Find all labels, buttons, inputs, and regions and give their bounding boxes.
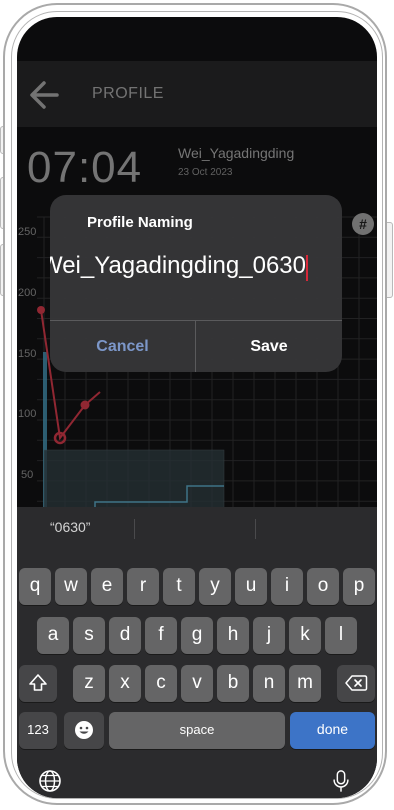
key-u[interactable]: u [235,568,267,605]
screen: PROFILE 07:04 Wei_Yagadingding 23 Oct 20… [17,17,377,798]
key-q[interactable]: q [19,568,51,605]
power-button [386,222,393,298]
suggestion-item[interactable]: “0630” [50,519,90,535]
key-t[interactable]: t [163,568,195,605]
key-g[interactable]: g [181,617,213,654]
cancel-button[interactable]: Cancel [50,321,195,372]
key-k[interactable]: k [289,617,321,654]
numbers-key[interactable]: 123 [19,712,57,749]
key-o[interactable]: o [307,568,339,605]
backspace-icon [345,675,368,691]
key-f[interactable]: f [145,617,177,654]
key-y[interactable]: y [199,568,231,605]
key-r[interactable]: r [127,568,159,605]
key-z[interactable]: z [73,665,105,702]
backspace-key[interactable] [337,665,375,702]
suggestion-bar: “0630” [17,507,377,549]
save-button[interactable]: Save [196,321,342,372]
key-d[interactable]: d [109,617,141,654]
emoji-icon [75,721,93,739]
globe-icon[interactable] [38,769,62,793]
key-b[interactable]: b [217,665,249,702]
key-a[interactable]: a [37,617,69,654]
text-caret [306,255,308,281]
key-n[interactable]: n [253,665,285,702]
key-h[interactable]: h [217,617,249,654]
key-c[interactable]: c [145,665,177,702]
microphone-icon[interactable] [330,768,352,794]
key-w[interactable]: w [55,568,87,605]
key-p[interactable]: p [343,568,375,605]
key-v[interactable]: v [181,665,213,702]
keyboard: “0630” q w e r t y u i o p a s d f g h j… [17,507,377,798]
profile-name-input-value: Wei_Yagadingding_0630 [50,252,306,279]
key-e[interactable]: e [91,568,123,605]
dialog-title: Profile Naming [87,214,193,231]
key-m[interactable]: m [289,665,321,702]
key-s[interactable]: s [73,617,105,654]
emoji-key[interactable] [64,712,104,749]
suggestion-divider [255,519,256,539]
key-i[interactable]: i [271,568,303,605]
shift-key[interactable] [19,665,57,702]
key-x[interactable]: x [109,665,141,702]
profile-naming-dialog: Profile Naming Wei_Yagadingding_0630 Can… [50,195,342,372]
key-j[interactable]: j [253,617,285,654]
profile-name-input[interactable]: Wei_Yagadingding_0630 [50,250,306,286]
space-key[interactable]: space [109,712,285,749]
done-key[interactable]: done [290,712,375,749]
shift-icon [29,674,47,691]
suggestion-divider [134,519,135,539]
key-l[interactable]: l [325,617,357,654]
